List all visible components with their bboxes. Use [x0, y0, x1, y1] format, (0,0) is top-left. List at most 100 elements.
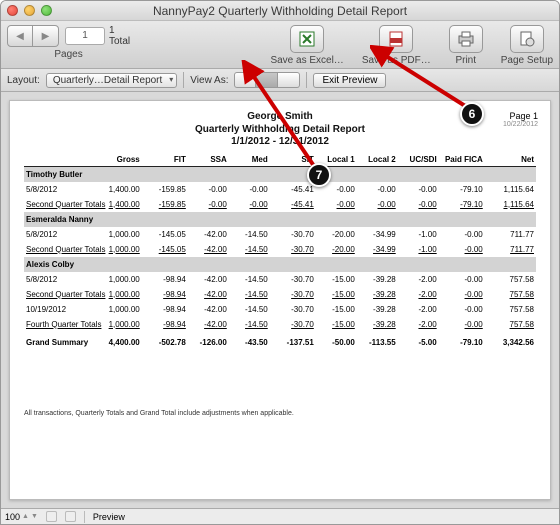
cell: -113.55	[357, 332, 398, 350]
column-header: Med	[229, 153, 270, 167]
cell: 5/8/2012	[24, 182, 96, 197]
employee-row: Alexis Colby	[24, 257, 536, 272]
page-setup-group: Page Setup	[501, 25, 553, 66]
cell: 1,000.00	[96, 317, 142, 332]
view-list-button[interactable]	[256, 72, 278, 88]
layout-dropdown[interactable]: Quarterly…Detail Report	[46, 73, 177, 88]
cell: 1,400.00	[96, 182, 142, 197]
save-excel-group: Save as Excel…	[270, 25, 343, 66]
cell: -45.41	[270, 182, 316, 197]
print-group: Print	[449, 25, 483, 66]
status-bar: 100 ▲ ▼ Preview	[1, 508, 559, 524]
cell: -34.99	[357, 242, 398, 257]
cell: -1.00	[398, 242, 439, 257]
status-button-1[interactable]	[46, 511, 57, 522]
zoom-control[interactable]: 100 ▲ ▼	[5, 512, 38, 522]
cell: Grand Summary	[24, 332, 96, 350]
cell: 711.77	[485, 242, 536, 257]
cell: -0.00	[439, 287, 485, 302]
table-row: 5/8/20121,000.00-145.05-42.00-14.50-30.7…	[24, 227, 536, 242]
printer-icon	[456, 30, 476, 48]
cell: -0.00	[439, 272, 485, 287]
cell: -2.00	[398, 287, 439, 302]
quarter-total-row: Fourth Quarter Totals1,000.00-98.94-42.0…	[24, 317, 536, 332]
table-row: 10/19/20121,000.00-98.94-42.00-14.50-30.…	[24, 302, 536, 317]
cell: 5/8/2012	[24, 272, 96, 287]
view-table-button[interactable]	[278, 72, 300, 88]
cell: -30.70	[270, 302, 316, 317]
page-setup-button[interactable]	[510, 25, 544, 53]
zoom-down-icon[interactable]: ▼	[31, 513, 38, 520]
cell: -502.78	[142, 332, 188, 350]
exit-preview-button[interactable]: Exit Preview	[313, 73, 386, 88]
divider	[183, 72, 184, 88]
cell: 3,342.56	[485, 332, 536, 350]
save-pdf-button[interactable]	[379, 25, 413, 53]
cell: -98.94	[142, 302, 188, 317]
cell: 711.77	[485, 227, 536, 242]
cell: -30.70	[270, 242, 316, 257]
table-header-row: GrossFITSSAMedSITLocal 1Local 2UC/SDIPai…	[24, 153, 536, 167]
cell: -0.00	[357, 182, 398, 197]
page-number-input[interactable]: 1	[65, 27, 105, 45]
cell: -20.00	[316, 227, 357, 242]
cell: 757.58	[485, 272, 536, 287]
layout-label: Layout:	[7, 75, 40, 86]
cell: -20.00	[316, 242, 357, 257]
cell: -145.05	[142, 227, 188, 242]
cell: 1,000.00	[96, 227, 142, 242]
save-pdf-group: Save as PDF…	[362, 25, 431, 66]
page-date: 10/22/2012	[503, 121, 538, 128]
cell: 1,115.64	[485, 182, 536, 197]
page-setup-label: Page Setup	[501, 55, 553, 66]
quarter-total-row: Second Quarter Totals1,400.00-159.85-0.0…	[24, 197, 536, 212]
cell: Second Quarter Totals	[24, 242, 96, 257]
table-row: 5/8/20121,000.00-98.94-42.00-14.50-30.70…	[24, 272, 536, 287]
cell: -0.00	[439, 242, 485, 257]
cell: -98.94	[142, 272, 188, 287]
zoom-up-icon[interactable]: ▲	[22, 513, 29, 520]
report-title: Quarterly Withholding Detail Report	[24, 124, 536, 137]
cell: 5/8/2012	[24, 227, 96, 242]
cell: Timothy Butler	[24, 166, 536, 182]
cell: -0.00	[188, 182, 229, 197]
cell: -14.50	[229, 227, 270, 242]
column-header: UC/SDI	[398, 153, 439, 167]
quarter-total-row: Second Quarter Totals1,000.00-98.94-42.0…	[24, 287, 536, 302]
column-header: SIT	[270, 153, 316, 167]
cell: -0.00	[188, 197, 229, 212]
report-page: Page 1 10/22/2012 George Smith Quarterly…	[9, 100, 551, 500]
cell: -39.28	[357, 272, 398, 287]
cell: -15.00	[316, 287, 357, 302]
prev-page-button[interactable]: ◀	[7, 25, 33, 47]
cell: Second Quarter Totals	[24, 287, 96, 302]
cell: -15.00	[316, 272, 357, 287]
view-form-button[interactable]	[234, 72, 256, 88]
cell: 757.58	[485, 287, 536, 302]
save-excel-label: Save as Excel…	[270, 55, 343, 66]
cell: 757.58	[485, 317, 536, 332]
cell: -2.00	[398, 272, 439, 287]
print-button[interactable]	[449, 25, 483, 53]
cell: -30.70	[270, 227, 316, 242]
preview-canvas: Page 1 10/22/2012 George Smith Quarterly…	[1, 92, 559, 508]
cell: -14.50	[229, 302, 270, 317]
page-setup-icon	[518, 30, 536, 48]
cell: -42.00	[188, 272, 229, 287]
cell: Esmeralda Nanny	[24, 212, 536, 227]
print-label: Print	[455, 55, 476, 66]
cell: -159.85	[142, 197, 188, 212]
cell: -5.00	[398, 332, 439, 350]
callout-7: 7	[307, 163, 331, 187]
cell: 1,000.00	[96, 272, 142, 287]
pages-group: ◀ ▶ 1 1 Total Pages	[7, 25, 130, 60]
save-excel-button[interactable]	[290, 25, 324, 53]
cell: -30.70	[270, 317, 316, 332]
zoom-value: 100	[5, 512, 20, 522]
next-page-button[interactable]: ▶	[33, 25, 59, 47]
titlebar: NannyPay2 Quarterly Withholding Detail R…	[1, 1, 559, 21]
status-button-2[interactable]	[65, 511, 76, 522]
cell: Alexis Colby	[24, 257, 536, 272]
column-header: Gross	[96, 153, 142, 167]
viewas-label: View As:	[190, 75, 228, 86]
